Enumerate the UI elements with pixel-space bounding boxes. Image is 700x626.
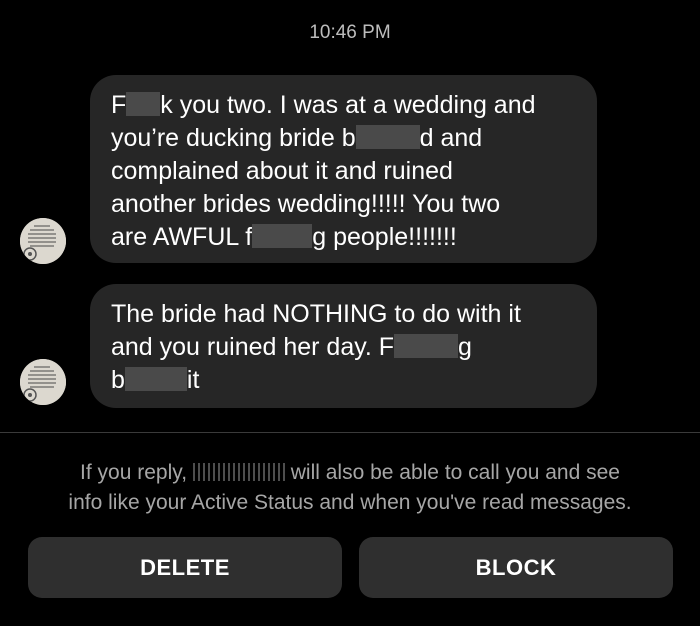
notice-text: will also be able to call you and see: [290, 461, 620, 484]
divider: [0, 432, 700, 433]
redacted-username: [192, 463, 285, 481]
message-line: are AWFUL fg people!!!!!!!: [111, 223, 457, 251]
message-line: complained about it and ruined: [111, 157, 453, 185]
censor-block: [394, 334, 459, 358]
message-bubble[interactable]: The bride had NOTHING to do with it and …: [90, 284, 597, 408]
message-timestamp: 10:46 PM: [309, 22, 391, 43]
avatar-image-icon: [20, 359, 66, 405]
notice-text: If you reply,: [80, 461, 188, 484]
block-button[interactable]: BLOCK: [359, 537, 673, 598]
censor-block: [126, 92, 161, 116]
sender-avatar[interactable]: [20, 218, 66, 264]
reply-privacy-notice: If you reply, will also be able to call …: [0, 458, 700, 518]
avatar-image-icon: [20, 218, 66, 264]
message-line: Fk you two. I was at a wedding and: [111, 91, 536, 119]
censor-block: [124, 367, 187, 391]
delete-button[interactable]: DELETE: [28, 537, 342, 598]
notice-text: info like your Active Status and when yo…: [68, 491, 632, 514]
message-line: b it: [111, 366, 200, 394]
message-line: and you ruined her day. Fg: [111, 333, 472, 361]
censor-block: [252, 224, 313, 248]
message-line: another brides wedding!!!!! You two: [111, 190, 501, 218]
message-line: you’re ducking bride bd and: [111, 124, 483, 152]
message-line: The bride had NOTHING to do with it: [111, 300, 521, 328]
message-bubble[interactable]: Fk you two. I was at a wedding and you’r…: [90, 75, 597, 263]
censor-block: [355, 125, 420, 149]
sender-avatar[interactable]: [20, 359, 66, 405]
